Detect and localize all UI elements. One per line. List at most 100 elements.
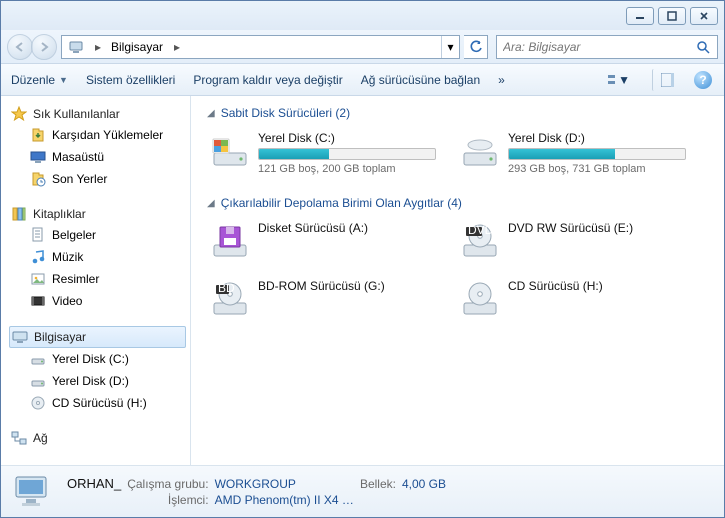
- drive-item[interactable]: Disket Sürücüsü (A:): [207, 218, 439, 264]
- help-icon: ?: [694, 71, 712, 89]
- view-options-button[interactable]: ▼: [608, 69, 630, 91]
- breadcrumb-computer-icon[interactable]: [62, 36, 91, 58]
- libraries-item[interactable]: Resimler: [27, 268, 186, 290]
- collapse-icon: ◢: [207, 108, 215, 119]
- search-box[interactable]: [496, 35, 718, 59]
- drive-title: Disket Sürücüsü (A:): [258, 221, 436, 235]
- computer-group: Bilgisayar Yerel Disk (C:) Yerel Disk (D:…: [9, 326, 186, 414]
- system-properties-button[interactable]: Sistem özellikleri: [86, 73, 175, 87]
- favorites-item[interactable]: Karşıdan Yüklemeler: [27, 124, 186, 146]
- recent-icon: [30, 171, 46, 187]
- sidebar-item-label: Karşıdan Yüklemeler: [52, 128, 163, 142]
- breadcrumb-chevron[interactable]: ▸: [91, 40, 105, 54]
- more-label: »: [498, 73, 505, 87]
- computer-header[interactable]: Bilgisayar: [9, 326, 186, 348]
- forward-button[interactable]: [31, 34, 57, 60]
- removable-header[interactable]: ◢Çıkarılabilir Depolama Birimi Olan Aygı…: [207, 196, 708, 210]
- libraries-icon: [11, 206, 27, 222]
- drive-item[interactable]: Yerel Disk (D:)293 GB boş, 731 GB toplam: [457, 128, 689, 178]
- uninstall-button[interactable]: Program kaldır veya değiştir: [193, 73, 342, 87]
- close-button[interactable]: [690, 7, 718, 25]
- sidebar-item-label: CD Sürücüsü (H:): [52, 396, 147, 410]
- drive-title: Yerel Disk (D:): [508, 131, 686, 145]
- sidebar-item-label: Belgeler: [52, 228, 96, 242]
- memory-value: 4,00 GB: [402, 477, 446, 491]
- workgroup-key: Çalışma grubu:: [127, 477, 208, 491]
- sidebar-item-label: Yerel Disk (C:): [52, 352, 129, 366]
- drive-item[interactable]: DVDDVD RW Sürücüsü (E:): [457, 218, 689, 264]
- details-name: ORHAN_: [67, 476, 121, 491]
- body: Sık Kullanılanlar Karşıdan Yüklemeler Mas…: [1, 96, 724, 465]
- hdd-header-label: Sabit Disk Sürücüleri (2): [221, 106, 350, 120]
- search-input[interactable]: [503, 40, 695, 54]
- content-pane: ◢ Sabit Disk Sürücüleri (2) Yerel Disk (C…: [191, 96, 724, 465]
- music-icon: [30, 249, 46, 265]
- refresh-button[interactable]: [464, 35, 488, 59]
- network-label: Ağ: [33, 431, 48, 445]
- navigation-bar: ▸ Bilgisayar ▸ ▾: [1, 30, 724, 64]
- computer-item[interactable]: CD Sürücüsü (H:): [27, 392, 186, 414]
- favorites-item[interactable]: Masaüstü: [27, 146, 186, 168]
- maximize-button[interactable]: [658, 7, 686, 25]
- capacity-bar: [508, 148, 686, 160]
- hdd-icon: [30, 373, 46, 389]
- cd-icon: [30, 395, 46, 411]
- favorites-label: Sık Kullanılanlar: [33, 107, 120, 121]
- drive-title: Yerel Disk (C:): [258, 131, 436, 145]
- network-icon: [11, 430, 27, 446]
- drive-item[interactable]: BD BD-ROM Sürücüsü (G:): [207, 276, 439, 322]
- back-button[interactable]: [7, 34, 33, 60]
- cd-icon: [460, 279, 500, 319]
- computer-item[interactable]: Yerel Disk (D:): [27, 370, 186, 392]
- workgroup-value: WORKGROUP: [215, 477, 354, 491]
- bd-icon: BD: [210, 279, 250, 319]
- libraries-label: Kitaplıklar: [33, 207, 86, 221]
- documents-icon: [30, 227, 46, 243]
- help-button[interactable]: ?: [692, 69, 714, 91]
- drive-title: CD Sürücüsü (H:): [508, 279, 686, 293]
- cpu-key: İşlemci:: [127, 493, 208, 507]
- breadcrumb-computer[interactable]: Bilgisayar: [105, 36, 170, 58]
- navigation-pane: Sık Kullanılanlar Karşıdan Yüklemeler Mas…: [1, 96, 191, 465]
- more-commands-button[interactable]: »: [498, 73, 505, 87]
- libraries-item[interactable]: Video: [27, 290, 186, 312]
- hdd-header[interactable]: ◢ Sabit Disk Sürücüleri (2): [207, 106, 708, 120]
- computer-item[interactable]: Yerel Disk (C:): [27, 348, 186, 370]
- breadcrumb-chevron[interactable]: ▸: [170, 40, 184, 54]
- svg-text:DVD: DVD: [468, 223, 494, 237]
- memory-key: Bellek:: [360, 477, 396, 491]
- libraries-header[interactable]: Kitaplıklar: [9, 204, 186, 224]
- sidebar-item-label: Müzik: [52, 250, 83, 264]
- sysprops-label: Sistem özellikleri: [86, 73, 175, 87]
- drive-subtitle: 121 GB boş, 200 GB toplam: [258, 163, 436, 175]
- favorites-item[interactable]: Son Yerler: [27, 168, 186, 190]
- network-header[interactable]: Ağ: [9, 428, 186, 448]
- capacity-bar: [258, 148, 436, 160]
- hdd-category: ◢ Sabit Disk Sürücüleri (2) Yerel Disk (C…: [207, 106, 708, 178]
- sidebar-item-label: Yerel Disk (D:): [52, 374, 129, 388]
- libraries-item[interactable]: Müzik: [27, 246, 186, 268]
- address-dropdown[interactable]: ▾: [441, 36, 459, 58]
- drive-item[interactable]: CD Sürücüsü (H:): [457, 276, 689, 322]
- search-icon[interactable]: [695, 39, 711, 55]
- command-bar: Düzenle▼ Sistem özellikleri Program kald…: [1, 64, 724, 96]
- hdd-icon: [460, 131, 500, 171]
- organize-button[interactable]: Düzenle▼: [11, 73, 68, 87]
- hdd-icon: [30, 351, 46, 367]
- organize-label: Düzenle: [11, 73, 55, 87]
- titlebar: [1, 1, 724, 30]
- drive-item[interactable]: Yerel Disk (C:) 121 GB boş, 200 GB toplam: [207, 128, 439, 178]
- computer-label: Bilgisayar: [34, 330, 86, 344]
- hdd-win-icon: [210, 131, 250, 171]
- map-drive-button[interactable]: Ağ sürücüsüne bağlan: [361, 73, 480, 87]
- dvd-icon: DVD: [460, 221, 500, 261]
- preview-pane-button[interactable]: [652, 69, 674, 91]
- pictures-icon: [30, 271, 46, 287]
- libraries-item[interactable]: Belgeler: [27, 224, 186, 246]
- address-bar[interactable]: ▸ Bilgisayar ▸ ▾: [61, 35, 460, 59]
- minimize-button[interactable]: [626, 7, 654, 25]
- drive-title: BD-ROM Sürücüsü (G:): [258, 279, 436, 293]
- uninstall-label: Program kaldır veya değiştir: [193, 73, 342, 87]
- download-icon: [30, 127, 46, 143]
- favorites-header[interactable]: Sık Kullanılanlar: [9, 104, 186, 124]
